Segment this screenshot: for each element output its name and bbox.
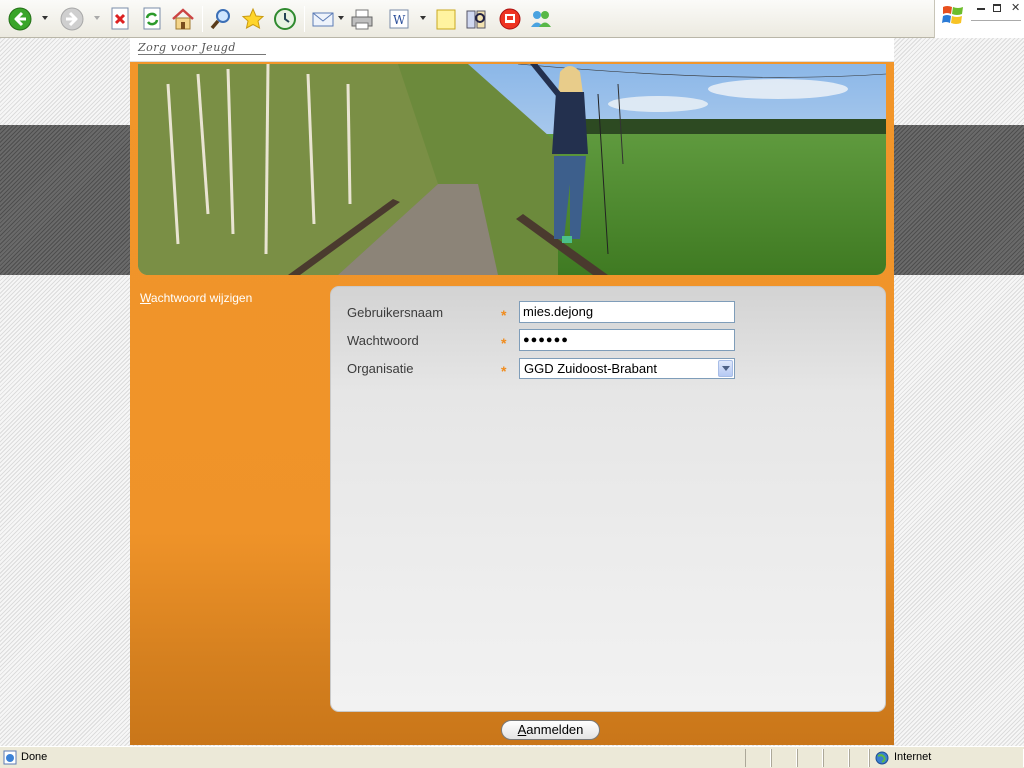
edit-dropdown-icon[interactable] [420, 16, 426, 20]
username-label: Gebruikersnaam [347, 305, 444, 320]
search-icon[interactable] [209, 7, 233, 31]
back-dropdown-icon[interactable] [42, 16, 48, 20]
header-banner-image [138, 64, 886, 275]
organisation-selected-value: GGD Zuidoost-Brabant [524, 361, 657, 376]
toolbar-separator [304, 6, 305, 32]
username-input[interactable]: mies.dejong [519, 301, 735, 323]
chevron-down-icon[interactable] [718, 360, 733, 377]
status-cell [797, 749, 823, 767]
change-password-link[interactable]: Wachtwoord wijzigen [140, 291, 252, 305]
toolbar-separator [202, 6, 203, 32]
organisation-required-marker: * [501, 363, 507, 379]
password-label: Wachtwoord [347, 333, 419, 348]
password-required-marker: * [501, 335, 507, 351]
restore-icon[interactable] [993, 4, 1001, 12]
login-button[interactable]: Aanmelden [501, 720, 600, 740]
back-icon[interactable] [8, 7, 32, 31]
home-icon[interactable] [171, 7, 195, 31]
change-password-link-label: achtwoord wijzigen [150, 291, 253, 305]
favorites-icon[interactable] [241, 7, 265, 31]
status-cell [745, 749, 771, 767]
organisation-select[interactable]: GGD Zuidoost-Brabant [519, 358, 735, 379]
organisation-label: Organisatie [347, 361, 414, 376]
windows-logo-area: ✕ [934, 0, 1024, 38]
windows-logo-icon [942, 6, 963, 24]
status-cell [823, 749, 849, 767]
banner-photo [138, 64, 886, 275]
status-cell [849, 749, 869, 767]
titlebar-line [971, 20, 1021, 21]
history-icon[interactable] [273, 7, 297, 31]
status-text: Done [21, 751, 48, 763]
page-container: Zorg voor Jeugd Wachtwoord wijzigen Gebr… [130, 38, 894, 745]
status-cell [771, 749, 797, 767]
site-logo[interactable]: Zorg voor Jeugd [138, 41, 266, 55]
close-icon[interactable]: ✕ [1011, 3, 1020, 14]
mail-icon[interactable] [311, 7, 335, 31]
notes-icon[interactable] [434, 7, 458, 31]
username-required-marker: * [501, 307, 507, 323]
minimize-icon[interactable] [977, 8, 985, 10]
print-icon[interactable] [350, 7, 374, 31]
security-zone-text: Internet [894, 751, 932, 763]
status-bar: Done Internet [0, 746, 1024, 768]
login-button-accesskey: A [517, 722, 527, 737]
password-input[interactable]: ●●●●●● [519, 329, 735, 351]
change-password-link-accesskey: W [140, 291, 151, 305]
forward-icon[interactable] [60, 7, 84, 31]
logo-strip: Zorg voor Jeugd [130, 38, 894, 62]
messenger-alert-icon[interactable] [498, 7, 522, 31]
login-button-label: anmelden [526, 722, 584, 737]
mail-dropdown-icon[interactable] [338, 16, 344, 20]
page-status-icon [3, 750, 17, 765]
messenger-icon[interactable] [529, 7, 553, 31]
edit-icon[interactable]: W [387, 7, 411, 31]
browser-toolbar: W ✕ [0, 0, 1024, 38]
svg-text:W: W [393, 13, 406, 27]
refresh-icon[interactable] [140, 7, 164, 31]
research-icon[interactable] [464, 7, 488, 31]
zone-cell [869, 749, 1024, 767]
login-panel: Gebruikersnaam * mies.dejong Wachtwoord … [330, 286, 886, 712]
forward-dropdown-icon [94, 16, 100, 20]
stop-icon[interactable] [108, 7, 132, 31]
internet-zone-icon [875, 751, 889, 765]
